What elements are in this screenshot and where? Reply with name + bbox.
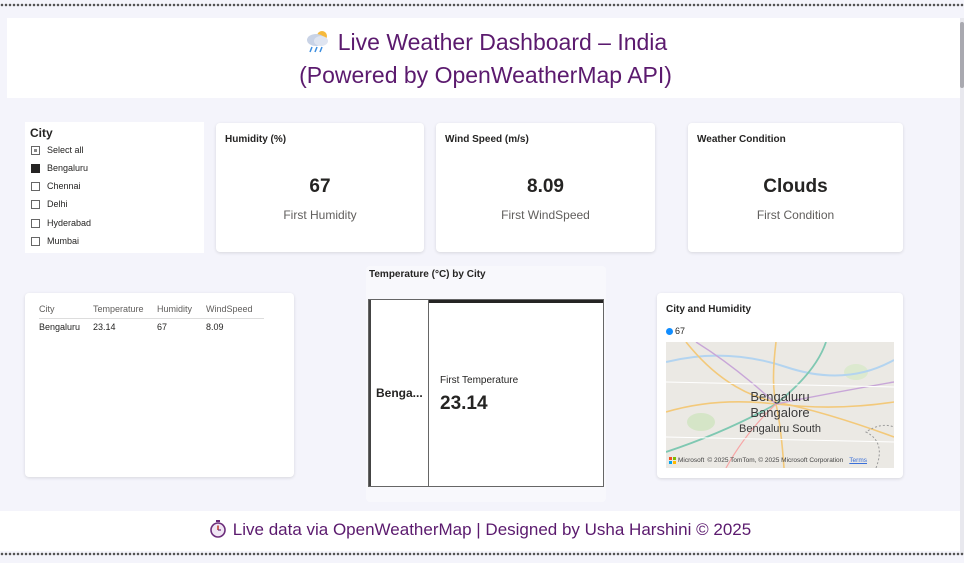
table-cell: 67: [157, 322, 168, 332]
title-banner: Live Weather Dashboard – India (Powered …: [7, 18, 964, 98]
wind-speed-label: First WindSpeed: [501, 208, 590, 222]
column-header-windspeed[interactable]: WindSpeed: [206, 304, 264, 319]
slicer-item-label: Chennai: [47, 181, 81, 191]
table-cell: 23.14: [93, 322, 116, 332]
bottom-dotted-border: [0, 552, 964, 556]
column-header-city[interactable]: City: [39, 304, 93, 319]
checkbox-checked-icon[interactable]: [31, 163, 40, 173]
map-city-label: Bengaluru: [750, 389, 810, 404]
attribution-text: © 2025 TomTom, © 2025 Microsoft Corporat…: [707, 457, 844, 464]
city-table-card[interactable]: City Temperature Humidity WindSpeed Beng…: [25, 293, 294, 477]
temperature-by-city-visual[interactable]: Benga... First Temperature 23.14: [368, 299, 604, 487]
card-title: Wind Speed (m/s): [445, 134, 529, 145]
map-legend: 67: [666, 326, 685, 336]
terms-link[interactable]: Terms: [849, 457, 867, 464]
footer-text: Live data via OpenWeatherMap | Designed …: [232, 520, 752, 539]
card-title: Humidity (%): [225, 134, 287, 145]
checkbox-icon[interactable]: [31, 199, 40, 209]
cloud-rain-sun-icon: [304, 28, 332, 54]
slicer-item-label: Delhi: [47, 199, 68, 209]
slicer-item-chennai[interactable]: Chennai: [31, 179, 81, 193]
slicer-item-label: Mumbai: [47, 236, 80, 246]
slicer-item-select-all[interactable]: Select all: [31, 143, 84, 157]
stopwatch-icon: [209, 514, 227, 538]
checkbox-icon[interactable]: [31, 181, 40, 191]
city-slicer: City Select all Bengaluru Chennai Delhi …: [25, 122, 204, 253]
condition-value: Clouds: [763, 176, 828, 197]
slicer-item-label: Bengaluru: [47, 163, 89, 173]
slicer-item-mumbai[interactable]: Mumbai: [31, 234, 79, 248]
footer-banner: Live data via OpenWeatherMap | Designed …: [0, 511, 960, 551]
temperature-category-label: Benga...: [376, 386, 423, 400]
column-header-temperature[interactable]: Temperature: [93, 304, 157, 319]
wind-speed-card[interactable]: Wind Speed (m/s) 8.09 First WindSpeed: [436, 123, 655, 252]
table-cell: Bengaluru: [39, 322, 81, 332]
scrollbar-thumb[interactable]: [960, 22, 964, 88]
checkbox-partial-icon[interactable]: [31, 145, 40, 155]
temperature-title: Temperature (°C) by City: [369, 269, 486, 280]
humidity-value: 67: [309, 176, 331, 197]
card-title: Weather Condition: [697, 134, 786, 145]
slicer-item-hyderabad[interactable]: Hyderabad: [31, 216, 91, 230]
legend-dot-icon: [666, 327, 673, 335]
table-header-row: City Temperature Humidity WindSpeed: [39, 304, 264, 319]
temperature-selection-bar: [429, 300, 603, 303]
slicer-item-bengaluru[interactable]: Bengaluru: [31, 161, 88, 175]
slicer-item-label: Select all: [47, 145, 84, 155]
wind-speed-value: 8.09: [527, 176, 564, 197]
humidity-label: First Humidity: [283, 208, 357, 222]
checkbox-icon[interactable]: [31, 218, 40, 228]
table-cell: 8.09: [206, 322, 224, 332]
map-city-label: Bengaluru South: [739, 423, 821, 435]
top-dotted-border: [0, 3, 964, 7]
temperature-value: 23.14: [440, 393, 488, 414]
attribution-brand: Microsoft: [678, 457, 705, 464]
weather-condition-card[interactable]: Weather Condition Clouds First Condition: [688, 123, 903, 252]
map[interactable]: Bengaluru Bangalore Bengaluru South Micr…: [666, 342, 894, 468]
scrollbar-track[interactable]: [960, 18, 964, 554]
map-attribution: Microsoft © 2025 TomTom, © 2025 Microsof…: [669, 457, 867, 464]
humidity-card[interactable]: Humidity (%) 67 First Humidity: [216, 123, 424, 252]
table-row[interactable]: Bengaluru 23.14 67 8.09: [39, 319, 264, 332]
temperature-label: First Temperature: [440, 375, 519, 386]
city-table: City Temperature Humidity WindSpeed Beng…: [39, 304, 264, 332]
legend-value: 67: [675, 326, 686, 336]
page-title: Live Weather Dashboard – India: [337, 29, 668, 55]
temperature-category-cell[interactable]: Benga...: [369, 300, 429, 486]
map-city-label: Bangalore: [750, 405, 810, 420]
card-title: City and Humidity: [666, 304, 752, 315]
column-header-humidity[interactable]: Humidity: [157, 304, 206, 319]
slicer-item-label: Hyderabad: [47, 218, 92, 228]
checkbox-icon[interactable]: [31, 236, 40, 246]
slicer-title: City: [30, 126, 53, 140]
slicer-item-delhi[interactable]: Delhi: [31, 197, 68, 211]
page-subtitle: (Powered by OpenWeatherMap API): [299, 62, 672, 88]
city-humidity-map-card[interactable]: City and Humidity 67 Bengaluru Bangalore…: [657, 293, 903, 478]
condition-label: First Condition: [756, 208, 835, 222]
microsoft-logo-icon: [669, 457, 676, 464]
